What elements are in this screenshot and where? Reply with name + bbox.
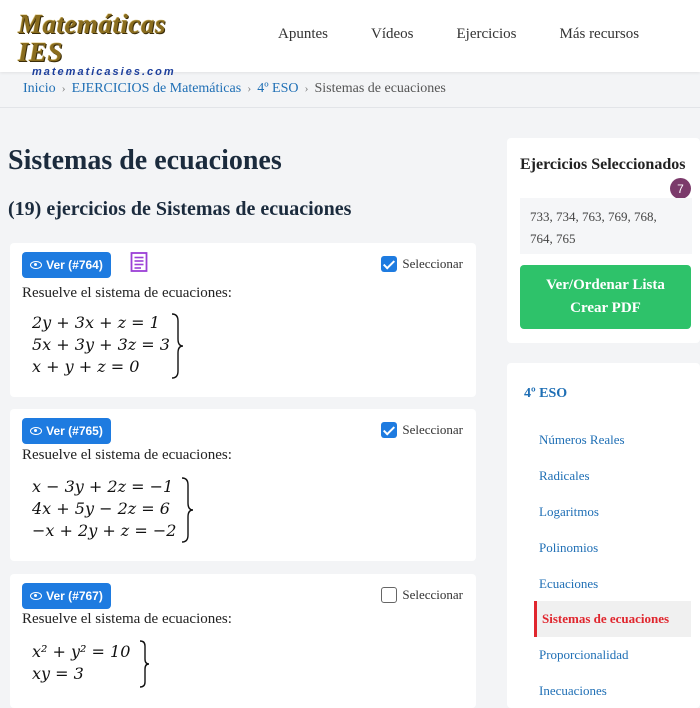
selected-panel-title: Ejercicios Seleccionados	[520, 156, 686, 173]
select-label: Seleccionar	[402, 587, 463, 602]
breadcrumb-separator-icon: ›	[61, 81, 66, 95]
site-logo[interactable]: Matemáticas IES matematicasies.com	[18, 10, 198, 78]
breadcrumb-ejercicios[interactable]: EJERCICIOS de Matemáticas	[72, 81, 242, 96]
eye-icon	[30, 592, 43, 600]
breadcrumb-separator-icon: ›	[304, 81, 309, 95]
topic-menu-heading[interactable]: 4º ESO	[524, 386, 567, 402]
exercise-card: Ver (#767) Seleccionar Resuelve el siste…	[10, 574, 476, 708]
nav-ejercicios[interactable]: Ejercicios	[457, 26, 517, 43]
topic-sistemas-de-ecuaciones[interactable]: Sistemas de ecuaciones	[534, 601, 691, 637]
topic-menu: 4º ESO Números Reales Radicales Logaritm…	[507, 363, 700, 708]
view-button-label: Ver (#764)	[46, 258, 103, 272]
view-exercise-button[interactable]: Ver (#767)	[22, 583, 111, 609]
topic-polinomios[interactable]: Polinomios	[534, 530, 691, 566]
exercise-prompt: Resuelve el sistema de ecuaciones:	[22, 447, 232, 463]
view-button-label: Ver (#767)	[46, 589, 103, 603]
breadcrumb-current: Sistemas de ecuaciones	[314, 81, 446, 96]
topic-numeros-reales[interactable]: Números Reales	[534, 422, 691, 458]
equation: −x + 2y + z = −2	[32, 521, 177, 540]
page-title: Sistemas de ecuaciones	[8, 145, 282, 176]
select-checkbox[interactable]	[381, 587, 398, 603]
selected-list: 733, 734, 763, 769, 768, 764, 765	[520, 198, 692, 254]
nav-mas-recursos[interactable]: Más recursos	[559, 26, 639, 43]
equation: x − 3y + 2z = −1	[32, 477, 174, 496]
equation: x² + y² = 10	[32, 642, 131, 661]
breadcrumb-4eso[interactable]: 4º ESO	[257, 81, 298, 96]
nav-videos[interactable]: Vídeos	[371, 26, 414, 43]
logo-title: Matemáticas IES	[18, 9, 166, 67]
exercise-prompt: Resuelve el sistema de ecuaciones:	[22, 285, 232, 301]
right-brace-icon	[181, 477, 194, 543]
document-icon[interactable]	[130, 252, 148, 272]
select-exercise[interactable]: Seleccionar	[381, 256, 463, 272]
equation-system: x − 3y + 2z = −1 4x + 5y − 2z = 6 −x + 2…	[32, 476, 176, 542]
breadcrumb-inicio[interactable]: Inicio	[23, 81, 56, 96]
view-exercise-button[interactable]: Ver (#764)	[22, 252, 111, 278]
view-exercise-button[interactable]: Ver (#765)	[22, 418, 111, 444]
equation: 2y + 3x + z = 1	[32, 313, 160, 332]
logo-subtitle: matematicasies.com	[32, 66, 176, 78]
topic-inecuaciones[interactable]: Inecuaciones	[534, 673, 691, 708]
nav-apuntes[interactable]: Apuntes	[278, 26, 328, 43]
breadcrumb: Inicio › EJERCICIOS de Matemáticas › 4º ESO ›…	[23, 81, 446, 97]
topic-proporcionalidad[interactable]: Proporcionalidad	[534, 637, 691, 673]
topic-radicales[interactable]: Radicales	[534, 458, 691, 494]
main-nav: Apuntes Vídeos Ejercicios Más recursos	[278, 26, 639, 43]
exercise-card: Ver (#764) Seleccionar Resuelve el siste…	[10, 243, 476, 397]
eye-icon	[30, 261, 43, 269]
breadcrumb-divider	[0, 107, 700, 108]
select-label: Seleccionar	[402, 256, 463, 271]
select-checkbox[interactable]	[381, 422, 398, 438]
right-brace-icon	[139, 640, 150, 688]
topic-logaritmos[interactable]: Logaritmos	[534, 494, 691, 530]
select-exercise[interactable]: Seleccionar	[381, 587, 463, 603]
site-header: Matemáticas IES matematicasies.com Apunt…	[0, 0, 700, 78]
button-line-1: Ver/Ordenar Lista	[546, 277, 665, 293]
topic-ecuaciones[interactable]: Ecuaciones	[534, 566, 691, 602]
equation: xy = 3	[32, 664, 84, 683]
selected-exercises-panel: Ejercicios Seleccionados 7 733, 734, 763…	[507, 138, 700, 343]
equation-system: x² + y² = 10 xy = 3	[32, 641, 130, 685]
equation: 5x + 3y + 3z = 3	[32, 335, 170, 354]
view-order-list-button[interactable]: Ver/Ordenar Lista Crear PDF	[520, 265, 691, 329]
exercise-prompt: Resuelve el sistema de ecuaciones:	[22, 611, 232, 627]
view-button-label: Ver (#765)	[46, 424, 103, 438]
equation: x + y + z = 0	[32, 357, 140, 376]
equation-system: 2y + 3x + z = 1 5x + 3y + 3z = 3 x + y +…	[32, 312, 170, 378]
select-label: Seleccionar	[402, 422, 463, 437]
button-line-2: Crear PDF	[570, 300, 641, 316]
exercise-card: Ver (#765) Seleccionar Resuelve el siste…	[10, 409, 476, 561]
select-checkbox[interactable]	[381, 256, 398, 272]
page-subtitle: (19) ejercicios de Sistemas de ecuacione…	[8, 198, 352, 220]
eye-icon	[30, 427, 43, 435]
selected-count-badge: 7	[670, 178, 691, 199]
equation: 4x + 5y − 2z = 6	[32, 499, 170, 518]
right-brace-icon	[171, 313, 184, 379]
select-exercise[interactable]: Seleccionar	[381, 422, 463, 438]
breadcrumb-separator-icon: ›	[247, 81, 252, 95]
